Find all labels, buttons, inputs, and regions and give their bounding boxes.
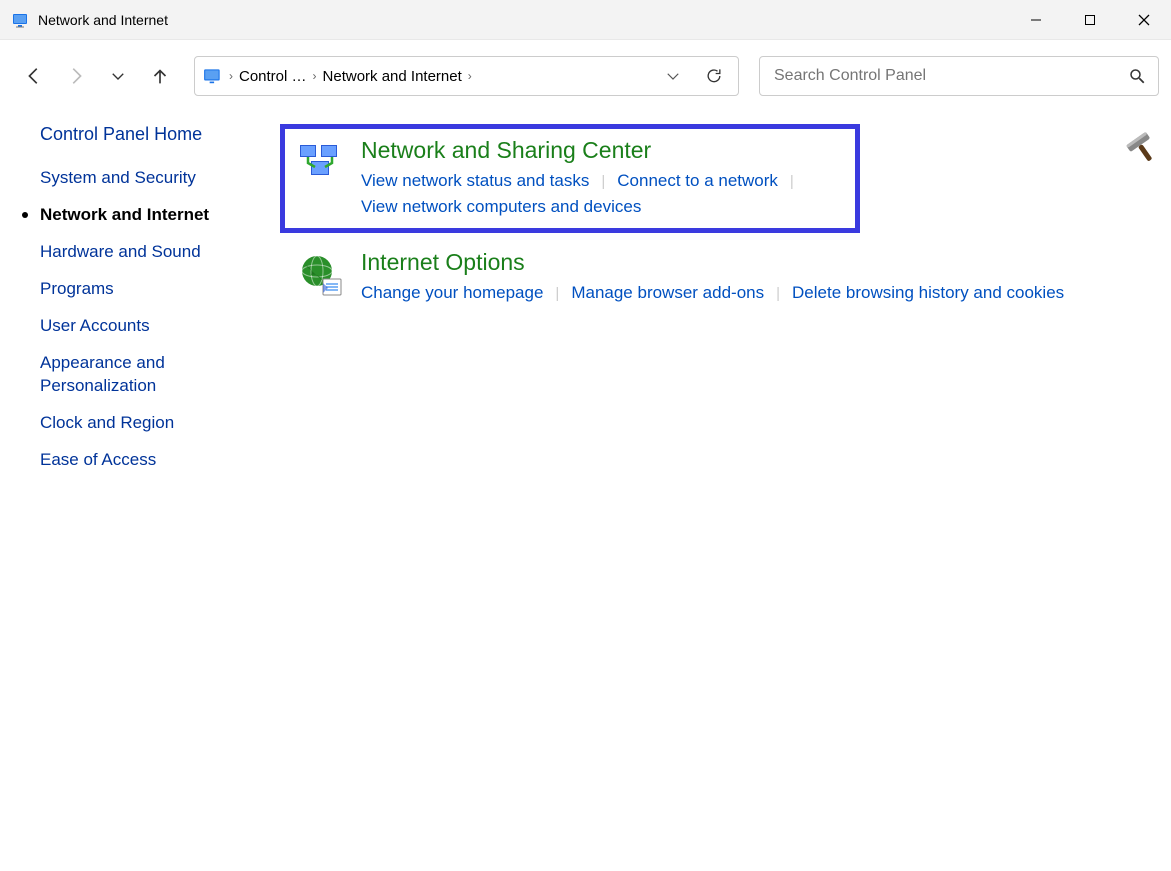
sidebar-item-appearance[interactable]: Appearance and Personalization [40,352,210,398]
toolbar: › Control … › Network and Internet › [0,40,1171,108]
crumb-sep-icon[interactable]: › [468,69,472,83]
hammer-icon[interactable] [1119,124,1163,168]
up-button[interactable] [142,58,178,94]
sidebar-item-ease-of-access[interactable]: Ease of Access [40,449,280,472]
task-connect-network[interactable]: Connect to a network [617,171,778,191]
crumb-sep-icon[interactable]: › [229,69,233,83]
sidebar-item-clock-region[interactable]: Clock and Region [40,412,280,435]
sidebar-item-user-accounts[interactable]: User Accounts [40,315,280,338]
internet-options-icon [297,253,345,301]
category-network-sharing-center: Network and Sharing Center View network … [280,124,860,233]
task-change-homepage[interactable]: Change your homepage [361,283,543,303]
search-bar[interactable] [759,56,1159,96]
task-separator: | [776,285,780,302]
category-title[interactable]: Internet Options [361,249,1135,276]
address-bar[interactable]: › Control … › Network and Internet › [194,56,739,96]
minimize-button[interactable] [1009,0,1063,40]
breadcrumb-item[interactable]: Network and Internet [323,68,462,85]
breadcrumb-item[interactable]: Control … [239,68,307,85]
maximize-button[interactable] [1063,0,1117,40]
sidebar-item-network-internet[interactable]: Network and Internet [40,204,280,227]
category-internet-options: Internet Options Change your homepage | … [285,241,1147,314]
control-panel-home-link[interactable]: Control Panel Home [40,124,280,145]
crumb-sep-icon[interactable]: › [313,69,317,83]
task-manage-addons[interactable]: Manage browser add-ons [571,283,764,303]
recent-dropdown[interactable] [100,58,136,94]
back-button[interactable] [16,58,52,94]
search-icon[interactable] [1128,67,1146,85]
task-delete-history[interactable]: Delete browsing history and cookies [792,283,1064,303]
task-separator: | [555,285,559,302]
sidebar-item-programs[interactable]: Programs [40,278,280,301]
addressbar-icon [203,66,223,86]
sidebar-item-system-security[interactable]: System and Security [40,167,280,190]
sidebar-item-hardware-sound[interactable]: Hardware and Sound [40,241,280,264]
task-separator: | [601,173,605,190]
task-view-network-computers[interactable]: View network computers and devices [361,197,641,217]
main-pane: Network and Sharing Center View network … [280,124,1171,485]
address-dropdown[interactable] [664,67,682,85]
window-controls [1009,0,1171,40]
network-sharing-icon [297,141,345,189]
window-title: Network and Internet [38,12,168,28]
task-view-network-status[interactable]: View network status and tasks [361,171,589,191]
forward-button[interactable] [58,58,94,94]
task-separator: | [790,173,794,190]
titlebar: Network and Internet [0,0,1171,40]
close-button[interactable] [1117,0,1171,40]
search-input[interactable] [772,66,1128,86]
category-title[interactable]: Network and Sharing Center [361,137,843,164]
refresh-button[interactable] [704,66,724,86]
sidebar: Control Panel Home System and Security N… [0,124,280,485]
titlebar-icon [12,11,30,29]
content-area: Control Panel Home System and Security N… [0,108,1171,485]
